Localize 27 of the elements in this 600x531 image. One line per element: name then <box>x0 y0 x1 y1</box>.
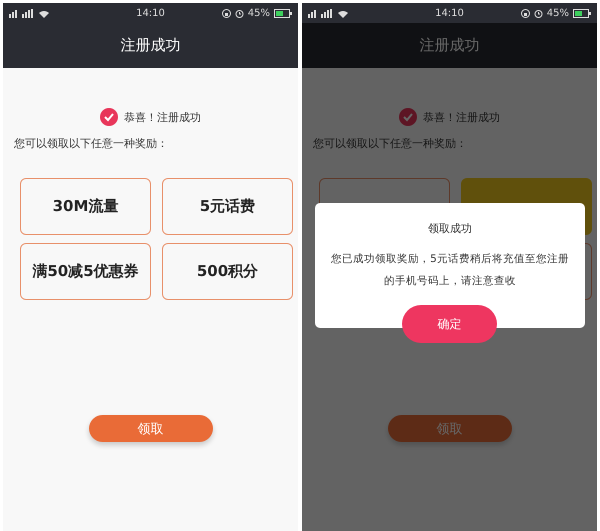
signal-icon <box>308 8 350 18</box>
alarm-icon <box>234 8 244 18</box>
battery-icon <box>573 8 591 18</box>
signal-icon <box>9 8 51 18</box>
status-time: 14:10 <box>435 8 464 18</box>
reward-option[interactable]: 500积分 <box>162 243 293 300</box>
dialog-message: 您已成功领取奖励，5元话费稍后将充值至您注册的手机号码上，请注意查收 <box>330 252 570 289</box>
check-icon <box>399 108 417 126</box>
alarm-icon <box>534 8 543 18</box>
battery-percent: 45% <box>546 8 569 18</box>
success-message: 恭喜！注册成功 <box>124 110 201 124</box>
reward-option[interactable]: 5元话费 <box>162 178 293 235</box>
reward-option[interactable]: 满50减5优惠券 <box>20 243 151 300</box>
reward-prompt: 您可以领取以下任意一种奖励： <box>313 136 468 151</box>
reward-option[interactable]: 30M流量 <box>20 178 151 235</box>
battery-icon <box>274 8 292 18</box>
battery-percent: 45% <box>248 8 270 18</box>
status-time: 14:10 <box>136 8 165 18</box>
screen-title: 注册成功 <box>120 36 180 55</box>
lock-icon <box>222 8 231 18</box>
confirm-button[interactable]: 确定 <box>402 305 497 343</box>
reward-prompt: 您可以领取以下任意一种奖励： <box>14 136 169 151</box>
lock-icon <box>520 8 530 18</box>
success-message: 恭喜！注册成功 <box>423 110 500 124</box>
screen-title: 注册成功 <box>420 36 480 55</box>
check-icon <box>100 108 118 126</box>
dialog-title: 领取成功 <box>428 221 472 236</box>
